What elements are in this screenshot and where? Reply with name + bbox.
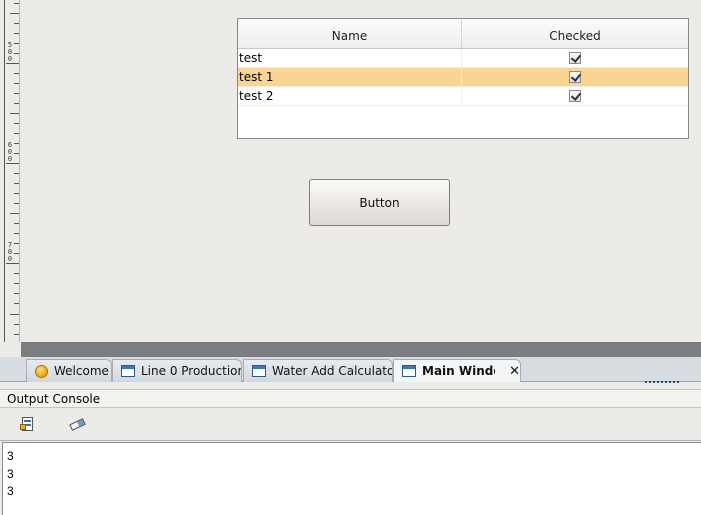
tab-label: Welcome	[54, 364, 109, 378]
checkbox[interactable]	[569, 71, 581, 83]
column-header-name[interactable]: Name	[238, 19, 462, 48]
output-console-toolbar	[0, 408, 701, 441]
cell-name[interactable]: test	[238, 49, 462, 67]
ruler-tick	[14, 93, 19, 94]
filter-icon[interactable]	[20, 416, 38, 432]
window-tab-bar: Welcome Line 0 Production Water Add Calc…	[0, 357, 701, 382]
console-line: 3	[7, 449, 14, 463]
tab-line-0-production[interactable]: Line 0 Production	[112, 359, 242, 382]
window-icon	[121, 365, 135, 377]
ruler-tick	[10, 314, 19, 315]
ruler-tick	[10, 213, 19, 214]
ruler-tick	[14, 3, 19, 4]
ruler-tick	[10, 13, 19, 14]
tab-water-add-calculator[interactable]: Water Add Calculator	[243, 359, 393, 382]
ruler-tick	[14, 73, 19, 74]
eraser-icon[interactable]	[68, 416, 86, 432]
vertical-ruler: 500 600 700 80	[0, 0, 20, 357]
ruler-tick	[14, 33, 19, 34]
tab-label: Line 0 Production	[141, 364, 241, 378]
ruler-tick	[14, 123, 19, 124]
output-console-title: Output Console	[7, 391, 101, 406]
table-header: Name Checked	[238, 19, 688, 49]
window-icon	[252, 365, 266, 377]
ruler-tick	[14, 43, 19, 44]
ruler-tick	[14, 283, 19, 284]
ruler-tick	[14, 324, 19, 325]
tab-main-window[interactable]: Main Window ✕	[393, 359, 521, 382]
ruler-tick	[14, 103, 19, 104]
checkbox[interactable]	[569, 90, 581, 102]
output-console-header: Output Console	[0, 389, 701, 408]
ruler-tick	[14, 243, 19, 244]
ruler-tick	[14, 143, 19, 144]
ruler-tick	[6, 263, 19, 264]
ruler-tick	[14, 334, 19, 335]
table-row[interactable]: test 2	[238, 87, 688, 106]
ruler-label-700: 700	[7, 241, 13, 263]
tab-label: Water Add Calculator	[272, 364, 392, 378]
overflow-indicator	[645, 381, 679, 383]
close-icon[interactable]: ✕	[509, 364, 520, 379]
button-component[interactable]: Button	[309, 179, 450, 226]
ruler-tick	[14, 203, 19, 204]
ruler-tick	[14, 23, 19, 24]
ruler-tick	[14, 223, 19, 224]
ruler-edge	[4, 0, 5, 357]
ruler-corner	[0, 342, 21, 357]
cell-name[interactable]: test 2	[238, 87, 462, 105]
tab-welcome[interactable]: Welcome	[26, 359, 112, 382]
table-component[interactable]: Name Checked test test 1 test 2	[237, 18, 689, 139]
ruler-label-600: 600	[7, 141, 13, 163]
ruler-tick	[14, 183, 19, 184]
console-line: 3	[7, 484, 14, 498]
canvas-bottom-edge	[21, 342, 701, 357]
ruler-tick	[10, 113, 19, 114]
ruler-tick	[6, 163, 19, 164]
checkbox[interactable]	[569, 52, 581, 64]
window-icon	[402, 365, 416, 377]
ruler-tick	[14, 193, 19, 194]
cell-name[interactable]: test 1	[238, 68, 462, 86]
output-console-text[interactable]: 3 3 3	[2, 442, 701, 515]
ruler-label-500: 500	[7, 41, 13, 63]
cell-checked[interactable]	[462, 87, 688, 105]
ruler-tick	[14, 83, 19, 84]
ruler-tick	[14, 173, 19, 174]
ruler-tick	[14, 53, 19, 54]
table-row[interactable]: test	[238, 49, 688, 68]
ruler-tick	[14, 153, 19, 154]
table-row-selected[interactable]: test 1	[238, 68, 688, 87]
ruler-tick	[6, 63, 19, 64]
ruler-tick	[14, 253, 19, 254]
cell-checked[interactable]	[462, 49, 688, 67]
tab-label: Main Window	[422, 364, 495, 378]
ruler-tick	[14, 293, 19, 294]
ruler-tick	[14, 133, 19, 134]
ruler-tick	[14, 303, 19, 304]
console-line: 3	[7, 466, 14, 481]
ruler-tick	[14, 273, 19, 274]
ruler-tick	[14, 233, 19, 234]
welcome-icon	[35, 364, 48, 378]
cell-checked[interactable]	[462, 68, 688, 86]
column-header-checked[interactable]: Checked	[462, 19, 688, 48]
